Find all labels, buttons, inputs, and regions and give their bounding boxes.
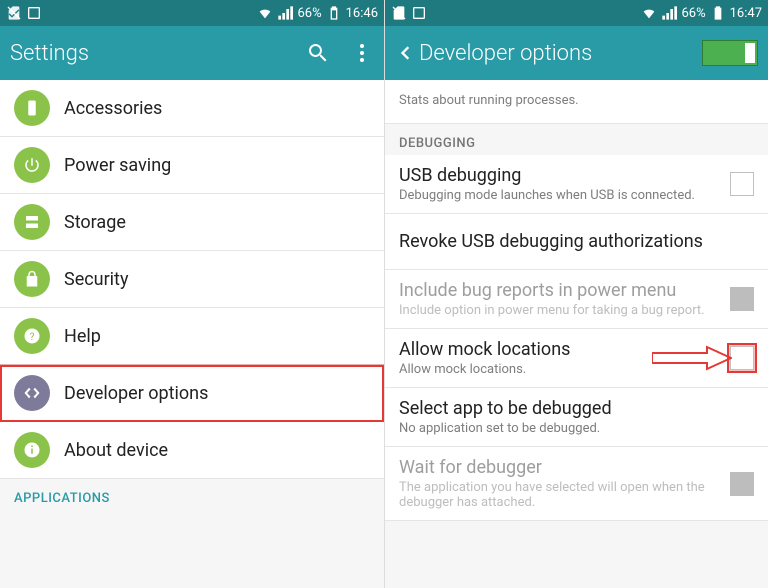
signal-icon <box>661 5 677 21</box>
code-icon <box>14 375 50 411</box>
action-bar: Developer options <box>385 26 768 80</box>
list-item-bug-reports: Include bug reports in power menu Includ… <box>385 270 768 329</box>
section-applications: APPLICATIONS <box>0 479 384 510</box>
list-item-revoke-usb[interactable]: Revoke USB debugging authorizations <box>385 214 768 270</box>
no-sim-icon <box>6 5 22 21</box>
help-icon: ? <box>14 318 50 354</box>
page-title: Settings <box>10 41 89 66</box>
list-item-help[interactable]: ? Help <box>0 308 384 365</box>
signal-icon <box>277 5 293 21</box>
status-bar: 66% 16:47 <box>385 0 768 26</box>
wifi-icon <box>257 5 273 21</box>
mock-locations-checkbox[interactable] <box>730 346 754 370</box>
item-label: Storage <box>64 212 370 233</box>
lock-icon <box>14 261 50 297</box>
list-item-about-device[interactable]: About device <box>0 422 384 479</box>
dev-options-toggle[interactable] <box>702 40 758 66</box>
usb-debugging-checkbox[interactable] <box>730 172 754 196</box>
arrow-annotation <box>652 345 732 371</box>
wifi-icon <box>641 5 657 21</box>
item-title: Wait for debugger <box>399 457 730 478</box>
item-sub: Stats about running processes. <box>399 93 754 108</box>
power-icon <box>14 147 50 183</box>
svg-text:?: ? <box>30 330 35 343</box>
page-title: Developer options <box>419 41 592 66</box>
info-icon <box>14 432 50 468</box>
section-debugging: DEBUGGING <box>385 124 768 155</box>
list-item-storage[interactable]: Storage <box>0 194 384 251</box>
list-item-wait-debugger: Wait for debugger The application you ha… <box>385 447 768 521</box>
status-bar: 66% 16:46 <box>0 0 384 26</box>
battery-icon <box>710 5 726 21</box>
item-title: Select app to be debugged <box>399 398 754 419</box>
clock: 16:47 <box>730 6 762 21</box>
back-icon[interactable] <box>395 43 415 63</box>
list-item-mock-locations[interactable]: Allow mock locations Allow mock location… <box>385 329 768 388</box>
overflow-icon[interactable] <box>350 41 374 65</box>
battery-percent: 66% <box>681 6 705 21</box>
developer-options-screen: 66% 16:47 Developer options Stats about … <box>384 0 768 588</box>
item-label: Help <box>64 326 370 347</box>
item-label: Accessories <box>64 98 370 119</box>
item-sub: Include option in power menu for taking … <box>399 303 730 318</box>
dev-options-list[interactable]: Stats about running processes. DEBUGGING… <box>385 80 768 588</box>
action-bar: Settings <box>0 26 384 80</box>
settings-list[interactable]: Accessories Power saving Storage Securit… <box>0 80 384 588</box>
screenshot-icon <box>411 5 427 21</box>
item-label: About device <box>64 440 370 461</box>
item-sub: No application set to be debugged. <box>399 421 754 436</box>
list-item-power-saving[interactable]: Power saving <box>0 137 384 194</box>
list-item-process-stats[interactable]: Stats about running processes. <box>385 80 768 124</box>
list-item-select-debug-app[interactable]: Select app to be debugged No application… <box>385 388 768 447</box>
battery-percent: 66% <box>297 6 321 21</box>
item-title: Revoke USB debugging authorizations <box>399 231 754 252</box>
battery-icon <box>326 5 342 21</box>
wait-debugger-checkbox <box>730 472 754 496</box>
search-icon[interactable] <box>306 41 330 65</box>
clock: 16:46 <box>346 6 378 21</box>
list-item-developer-options[interactable]: Developer options <box>0 365 384 422</box>
bug-reports-checkbox <box>730 287 754 311</box>
device-icon <box>14 90 50 126</box>
item-title: Include bug reports in power menu <box>399 280 730 301</box>
item-title: USB debugging <box>399 165 730 186</box>
screenshot-icon <box>26 5 42 21</box>
item-label: Developer options <box>64 383 370 404</box>
list-item-usb-debugging[interactable]: USB debugging Debugging mode launches wh… <box>385 155 768 214</box>
item-label: Power saving <box>64 155 370 176</box>
settings-screen: 66% 16:46 Settings Accessories Power sav… <box>0 0 384 588</box>
storage-icon <box>14 204 50 240</box>
list-item-security[interactable]: Security <box>0 251 384 308</box>
item-sub: Debugging mode launches when USB is conn… <box>399 188 730 203</box>
list-item-accessories[interactable]: Accessories <box>0 80 384 137</box>
item-label: Security <box>64 269 370 290</box>
no-sim-icon <box>391 5 407 21</box>
item-sub: The application you have selected will o… <box>399 480 730 510</box>
item-title <box>399 85 754 91</box>
